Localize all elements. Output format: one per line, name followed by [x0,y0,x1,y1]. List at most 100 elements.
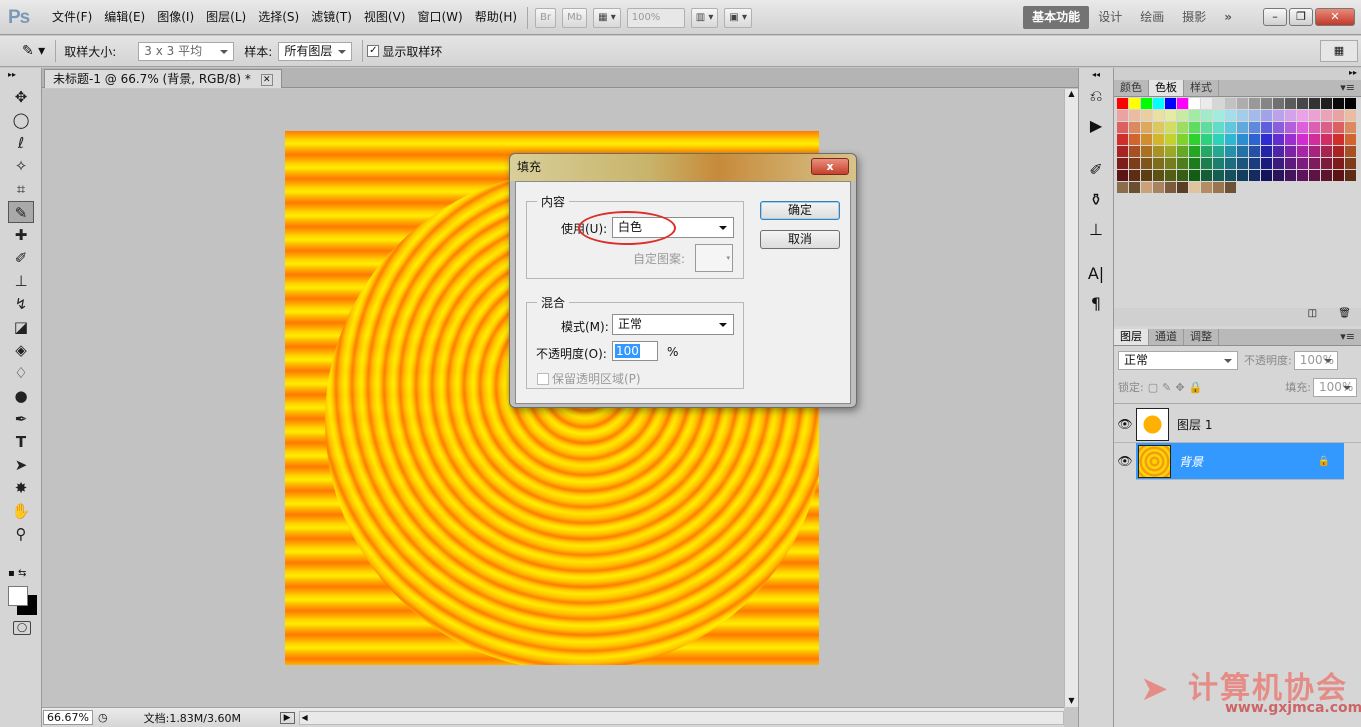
custom-pattern-picker[interactable]: ▾ [695,244,733,272]
character-panel-icon[interactable]: A| [1082,261,1110,287]
hand-tool-icon[interactable]: ✋ [8,500,34,522]
eyedropper-tool-icon[interactable]: ✎ [8,201,34,223]
color-swatch[interactable] [1261,98,1272,109]
color-swatch[interactable] [1141,170,1152,181]
brush-presets-icon[interactable]: ⚱ [1082,187,1110,213]
color-swatch[interactable] [1165,98,1176,109]
marquee-tool-icon[interactable]: ◯ [8,109,34,131]
color-swatch[interactable] [1285,134,1296,145]
color-swatch[interactable] [1213,170,1224,181]
preserve-transparency-option[interactable]: 保留透明区域(P) [537,370,641,387]
color-swatch[interactable] [1153,158,1164,169]
minimize-button[interactable]: – [1263,8,1287,26]
color-swatch[interactable] [1285,170,1296,181]
color-swatch[interactable] [1201,134,1212,145]
tab-styles[interactable]: 样式 [1184,80,1219,96]
menu-filter[interactable]: 滤镜(T) [305,0,358,35]
zoom-tool-icon[interactable]: ⚲ [8,523,34,545]
color-swatch[interactable] [1333,98,1344,109]
color-swatch[interactable] [1321,146,1332,157]
menu-edit[interactable]: 编辑(E) [98,0,151,35]
color-swatch[interactable] [1177,146,1188,157]
color-swatch[interactable] [1237,170,1248,181]
color-swatch[interactable] [1249,158,1260,169]
visibility-eye-icon[interactable]: 👁 [1114,417,1136,431]
color-swatch[interactable] [1237,110,1248,121]
color-swatch[interactable] [1345,98,1356,109]
status-menu-icon[interactable]: ◷ [98,711,108,724]
color-swatch[interactable] [1321,122,1332,133]
status-arrow-icon[interactable]: ▶ [279,711,295,724]
color-swatch[interactable] [1141,110,1152,121]
close-window-button[interactable]: ✕ [1315,8,1355,26]
color-swatch[interactable] [1249,110,1260,121]
color-swatch[interactable] [1177,182,1188,193]
menu-image[interactable]: 图像(I) [151,0,200,35]
color-swatch[interactable] [1225,170,1236,181]
color-swatch[interactable] [1297,134,1308,145]
color-swatch[interactable] [1129,122,1140,133]
paint-bucket-tool-icon[interactable]: ◈ [8,339,34,361]
color-swatch[interactable] [1249,98,1260,109]
color-swatch[interactable] [1189,110,1200,121]
color-swatch[interactable] [1165,170,1176,181]
path-selection-tool-icon[interactable]: ➤ [8,454,34,476]
color-swatch[interactable] [1225,98,1236,109]
color-swatch[interactable] [1297,98,1308,109]
color-swatch[interactable] [1141,158,1152,169]
color-swatch[interactable] [1225,122,1236,133]
collapse-dock-icon[interactable]: ◂◂ [1079,68,1113,79]
color-swatch[interactable] [1189,98,1200,109]
color-swatch[interactable] [1165,182,1176,193]
color-swatch[interactable] [1201,170,1212,181]
color-swatch[interactable] [1117,170,1128,181]
sample-size-select[interactable]: 3 x 3 平均 [138,41,235,61]
color-swatch[interactable] [1201,98,1212,109]
tab-adjustments[interactable]: 调整 [1184,329,1219,345]
color-swatch[interactable] [1333,158,1344,169]
color-swatch[interactable] [1297,170,1308,181]
color-swatch[interactable] [1309,110,1320,121]
color-swatch[interactable] [1333,134,1344,145]
color-swatch[interactable] [1309,158,1320,169]
color-swatch[interactable] [1189,158,1200,169]
menu-select[interactable]: 选择(S) [252,0,305,35]
menu-window[interactable]: 窗口(W) [411,0,468,35]
move-tool-icon[interactable]: ✥ [8,86,34,108]
color-swatch[interactable] [1129,170,1140,181]
color-swatch[interactable] [1333,122,1344,133]
lock-icons[interactable]: ▢✎✥🔒 [1148,381,1207,394]
color-swatch[interactable] [1129,158,1140,169]
horizontal-scrollbar[interactable]: ◀ [298,710,1064,725]
color-swatch[interactable] [1117,98,1128,109]
shape-tool-icon[interactable]: ✸ [8,477,34,499]
arrange-documents-button[interactable]: ▥ ▾ [690,7,719,28]
color-swatch[interactable] [1273,122,1284,133]
color-swatch[interactable] [1345,122,1356,133]
document-tab[interactable]: 未标题-1 @ 66.7% (背景, RGB/8) * ✕ [44,69,282,88]
color-swatch[interactable] [1297,122,1308,133]
color-swatch[interactable] [1201,146,1212,157]
color-swatch[interactable] [1153,134,1164,145]
color-swatch[interactable] [1153,170,1164,181]
tab-channels[interactable]: 通道 [1149,329,1184,345]
history-brush-tool-icon[interactable]: ↯ [8,293,34,315]
layer-blend-mode-select[interactable]: 正常 [1118,350,1238,370]
screen-mode-button[interactable]: ▣ ▾ [724,7,753,28]
quick-mask-icon[interactable]: ◯ [13,621,31,635]
color-swatch[interactable] [1345,146,1356,157]
color-swatch[interactable] [1345,134,1356,145]
color-swatch[interactable] [1153,146,1164,157]
layer-row[interactable]: 👁 图层 1 [1114,406,1361,443]
clone-stamp-tool-icon[interactable]: ⊥ [8,270,34,292]
color-swatch[interactable] [1273,110,1284,121]
dodge-tool-icon[interactable]: ● [8,385,34,407]
visibility-eye-icon[interactable]: 👁 [1114,442,1136,480]
color-swatch[interactable] [1261,134,1272,145]
fill-input[interactable]: 100% [1313,377,1357,397]
color-swatch[interactable] [1117,134,1128,145]
mode-select[interactable]: 正常 [612,314,734,335]
ok-button[interactable]: 确定 [760,201,840,220]
color-swatch[interactable] [1141,182,1152,193]
lasso-tool-icon[interactable]: ℓ [8,132,34,154]
